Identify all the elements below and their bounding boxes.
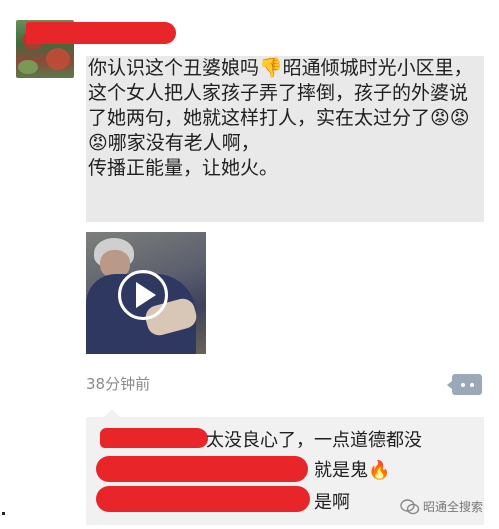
watermark-label: 昭通全搜索 <box>423 500 484 514</box>
poster-name-redaction <box>26 22 176 44</box>
comment-text: 太没良心了，一点道德都没 <box>206 430 422 451</box>
comment-text: 是啊 <box>314 492 350 513</box>
post-content: 你认识这个丑婆娘吗👎昭通倾城时光小区里，这个女人把人家孩子弄了摔倒，孩子的外婆说… <box>86 56 484 222</box>
watermark: 昭通全搜索 <box>400 498 483 515</box>
comment-more-icon[interactable] <box>447 374 482 395</box>
commenter-name-redaction <box>96 486 310 512</box>
post-text: 你认识这个丑婆娘吗👎昭通倾城时光小区里，这个女人把人家孩子弄了摔倒，孩子的外婆说… <box>88 57 473 179</box>
commenter-name-redaction <box>100 428 208 448</box>
video-thumbnail[interactable] <box>86 232 206 354</box>
comment-text: 就是鬼🔥 <box>314 460 391 481</box>
wechat-logo-icon <box>400 498 420 514</box>
commenter-name-redaction <box>96 456 308 482</box>
edge-dot <box>2 512 5 515</box>
post-timestamp: 38分钟前 <box>86 375 151 393</box>
comments-pointer <box>104 409 120 417</box>
